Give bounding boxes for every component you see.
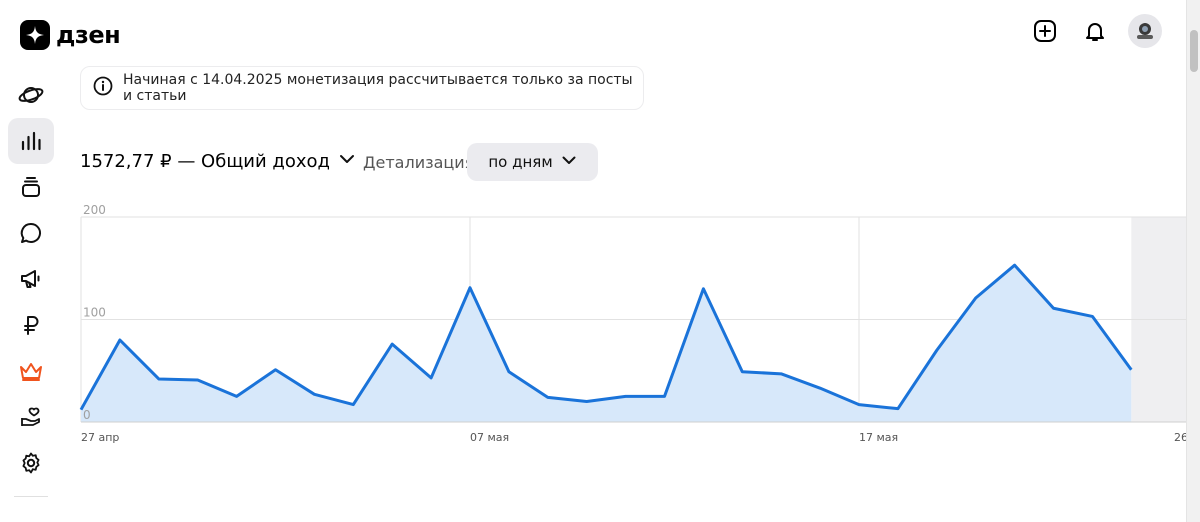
logo-text: дзен <box>56 21 121 49</box>
detail-selected-value: по дням <box>488 153 553 171</box>
x-tick-label: 17 мая <box>859 431 898 444</box>
avatar[interactable] <box>1128 14 1162 48</box>
y-tick-label: 0 <box>83 408 91 422</box>
bell-icon[interactable] <box>1078 14 1112 48</box>
scroll-thumb[interactable] <box>1190 30 1198 72</box>
income-chart-svg: 200 100 0 27 апр 07 мая 17 мая 26 <box>79 203 1186 444</box>
monetization-notice: Начиная с 14.04.2025 монетизация рассчит… <box>80 66 644 110</box>
nav-stats-icon[interactable] <box>8 118 54 164</box>
income-chart: 200 100 0 27 апр 07 мая 17 мая 26 <box>0 195 1186 455</box>
y-tick-label: 100 <box>83 306 106 320</box>
detail-label: Детализация <box>363 153 475 172</box>
info-icon <box>93 76 113 100</box>
chevron-down-icon <box>561 152 577 172</box>
create-plus-icon[interactable] <box>1028 14 1062 48</box>
total-income-label: 1572,77 ₽ — Общий доход <box>80 150 330 172</box>
scrollbar[interactable] <box>1186 0 1200 522</box>
logo[interactable]: дзен <box>20 20 121 50</box>
x-tick-label: 07 мая <box>470 431 509 444</box>
notice-text: Начиная с 14.04.2025 монетизация рассчит… <box>123 72 633 104</box>
sidebar-divider <box>14 496 48 497</box>
chevron-down-icon <box>338 150 356 172</box>
x-tick-label: 26 <box>1174 431 1186 444</box>
x-tick-label: 27 апр <box>81 431 119 444</box>
detail-period-select[interactable]: по дням <box>467 143 598 181</box>
zen-star-icon <box>20 20 50 50</box>
y-tick-label: 200 <box>83 203 106 217</box>
nav-planet-icon[interactable] <box>8 72 54 118</box>
total-income-dropdown[interactable]: 1572,77 ₽ — Общий доход <box>80 150 356 172</box>
